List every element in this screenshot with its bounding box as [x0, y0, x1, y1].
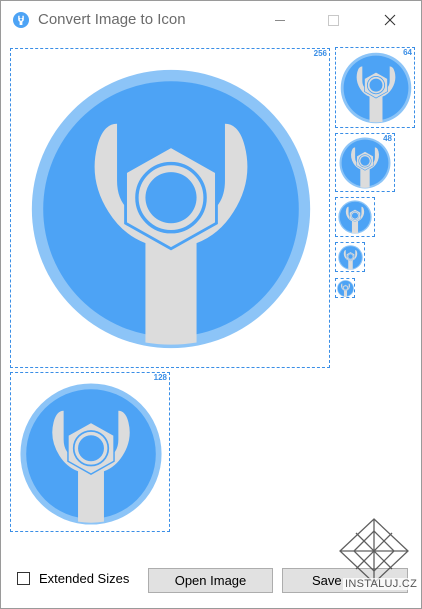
- preview-tile-48: 48: [335, 133, 395, 192]
- extended-sizes-label[interactable]: Extended Sizes: [39, 571, 129, 586]
- wrench-app-icon: [337, 280, 354, 297]
- preview-tile-64: 64: [335, 47, 415, 128]
- app-logo-icon: [13, 12, 29, 28]
- wrench-app-icon: [339, 137, 391, 189]
- window-title: Convert Image to Icon: [38, 11, 186, 28]
- preview-tile-24: [335, 242, 365, 272]
- wrench-app-icon: [338, 245, 363, 270]
- preview-size-label: 128: [153, 373, 167, 382]
- close-button[interactable]: [367, 1, 413, 39]
- minimize-icon: [275, 20, 285, 21]
- wrench-app-icon: [340, 52, 412, 124]
- preview-tile-16: [335, 278, 355, 298]
- preview-tile-256: 256: [10, 48, 330, 368]
- wrench-app-icon: [338, 200, 372, 234]
- wrench-app-icon: [30, 68, 312, 350]
- preview-tile-32: [335, 197, 375, 237]
- preview-tile-128: 128: [10, 372, 170, 532]
- close-icon: [384, 14, 396, 26]
- app-window: Convert Image to Icon 256 64 48 128 Exte…: [0, 0, 422, 609]
- title-bar[interactable]: Convert Image to Icon: [1, 1, 421, 39]
- maximize-icon: [328, 15, 339, 26]
- watermark-text: INSTALUJ.CZ: [343, 578, 420, 590]
- open-image-button[interactable]: Open Image: [148, 568, 273, 593]
- maximize-button[interactable]: [310, 1, 356, 39]
- preview-size-label: 256: [313, 49, 327, 58]
- minimize-button[interactable]: [257, 1, 303, 39]
- extended-sizes-checkbox[interactable]: [17, 572, 30, 585]
- wrench-app-icon: [19, 382, 163, 526]
